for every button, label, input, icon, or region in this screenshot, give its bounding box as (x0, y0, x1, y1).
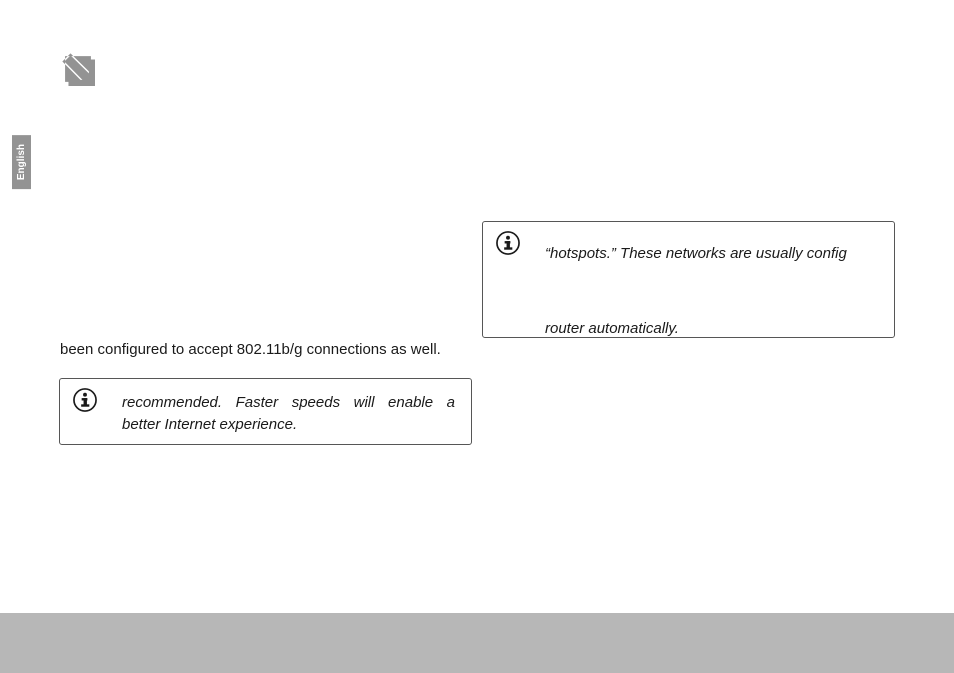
info-icon (73, 388, 97, 412)
info-box-hotspot: “hotspots.” These networks are usually c… (482, 221, 895, 338)
info-icon (496, 231, 520, 255)
info-text-hotspot-line1: “hotspots.” These networks are usually c… (545, 243, 894, 265)
body-paragraph-fragment: been configured to accept 802.11b/g conn… (60, 338, 441, 361)
info-box-speed: recommended. Faster speeds will enable a… (59, 378, 472, 445)
arrow-down-right-icon (61, 52, 95, 86)
info-text-speed-line1: recommended. Faster speeds will enable a (122, 394, 455, 411)
info-text-speed: recommended. Faster speeds will enable a… (122, 392, 455, 436)
info-text-speed-line2: better Internet experience. (122, 414, 455, 436)
footer-bar (0, 613, 954, 673)
language-tab: English (12, 135, 31, 189)
info-text-hotspot-line2: router automatically. (545, 318, 679, 340)
